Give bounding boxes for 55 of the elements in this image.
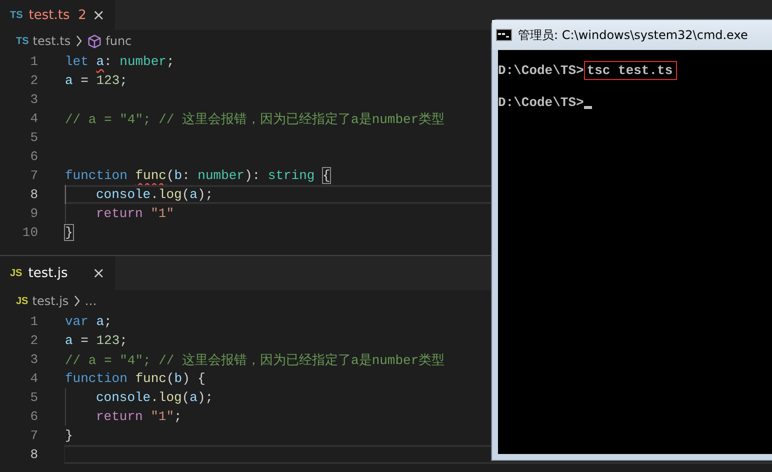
console-prompt: D:\Code\TS>: [498, 94, 584, 110]
code-line: // a = "4"; // 这里会报错，因为已经指定了a是number类型: [65, 110, 445, 128]
code-line: a = 123;: [65, 333, 128, 348]
breadcrumb-item[interactable]: …: [84, 294, 97, 308]
line-number: 7: [29, 168, 38, 183]
line-number: 2: [29, 73, 38, 88]
console-prompt: D:\Code\TS>: [498, 62, 584, 78]
editor-tab[interactable]: TS test.ts 2 ×: [0, 0, 115, 30]
breadcrumb-item[interactable]: test.js: [32, 294, 69, 308]
code-line: }: [65, 225, 73, 240]
line-number: 7: [29, 428, 38, 443]
line-number: 4: [29, 111, 38, 126]
line-number: 9: [29, 206, 38, 221]
chevron-icon: [72, 295, 81, 307]
code-line: return "1";: [96, 409, 182, 424]
code-line: var a;: [65, 314, 112, 329]
line-number: 2: [29, 333, 38, 348]
file-type-label: JS: [16, 296, 28, 306]
window-title: 管理员: C:\windows\system32\cmd.exe: [518, 26, 748, 44]
line-number: 1: [29, 314, 38, 329]
chevron-icon: [74, 35, 83, 47]
tab-title: test.ts: [28, 8, 71, 22]
line-number: 8: [29, 187, 38, 202]
file-type-label: JS: [10, 268, 22, 278]
line-number: 5: [29, 130, 38, 145]
code-line: console.log(a);: [96, 187, 214, 202]
code-line: }: [65, 428, 73, 443]
tab-title: test.js: [28, 266, 69, 280]
line-number: 4: [29, 371, 38, 386]
line-number: 6: [29, 149, 38, 164]
editor-tab[interactable]: JS test.js ×: [0, 256, 115, 290]
line-number: 1: [29, 54, 38, 69]
console-command: tsc test.ts: [584, 60, 677, 80]
code-line: return "1": [96, 206, 174, 221]
line-number: 3: [29, 352, 38, 367]
file-type-label: TS: [10, 10, 23, 20]
line-number: 10: [21, 225, 38, 240]
line-number: 8: [29, 447, 38, 462]
close-button[interactable]: ×: [92, 6, 105, 24]
code-line: a = 123;: [65, 73, 128, 88]
code-line: function func(b) {: [65, 371, 206, 386]
problem-count: 2: [78, 8, 86, 22]
line-number: 3: [29, 92, 38, 107]
line-number: 6: [29, 409, 38, 424]
line-number: 5: [29, 390, 38, 405]
close-button[interactable]: ×: [92, 264, 105, 282]
code-line: function func(b: number): string {: [65, 168, 330, 183]
code-line: let a: number;: [65, 54, 174, 69]
breadcrumb-item[interactable]: test.ts: [32, 34, 71, 48]
file-type-label: TS: [16, 36, 29, 46]
breadcrumb-item[interactable]: func: [106, 34, 132, 48]
code-line: console.log(a);: [96, 390, 214, 405]
terminal-icon: [496, 29, 512, 41]
code-line: // a = "4"; // 这里会报错，因为已经指定了a是number类型: [65, 352, 445, 368]
cube-icon: [86, 34, 102, 48]
